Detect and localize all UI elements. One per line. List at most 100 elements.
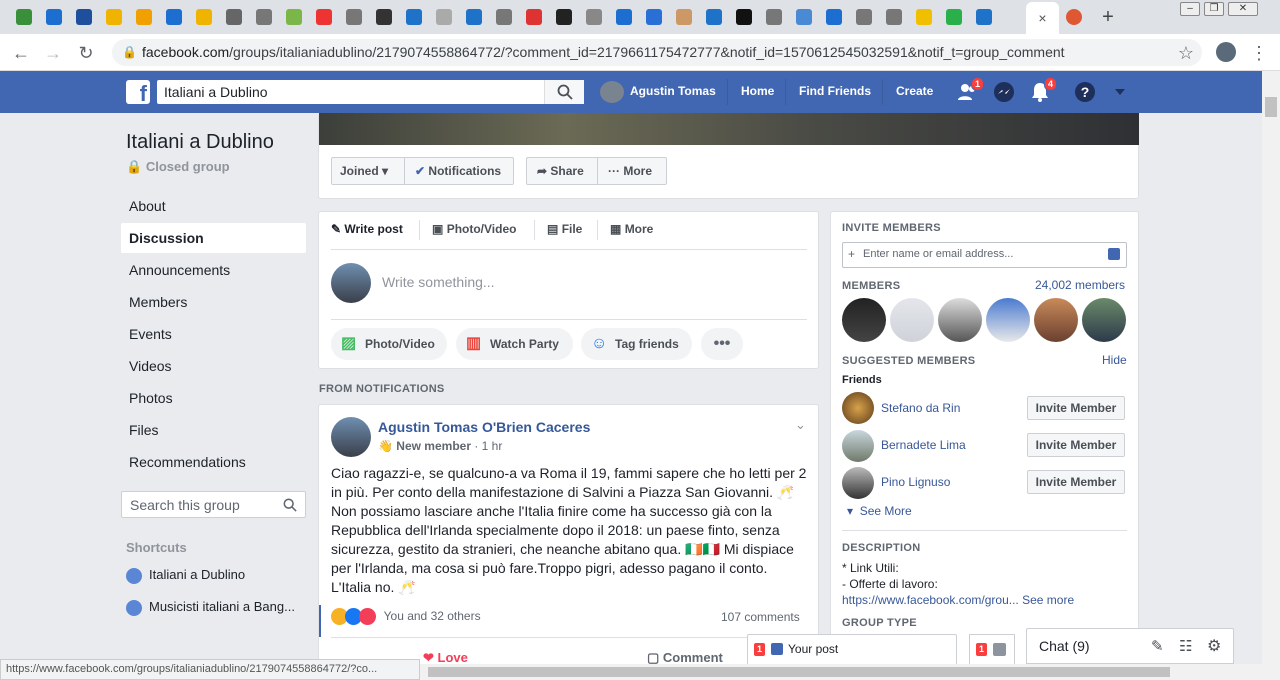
reactions-row[interactable]: You and 32 others [331,608,481,626]
joined-button[interactable]: Joined ▾ [331,157,405,185]
suggested-name[interactable]: Stefano da Rin [881,401,960,415]
nav-videos[interactable]: Videos [129,358,172,374]
nav-announcements[interactable]: Announcements [129,262,230,278]
see-more-description-link[interactable]: See more [1022,593,1074,607]
browser-tab[interactable] [282,5,306,29]
nav-files[interactable]: Files [129,422,159,438]
active-tab[interactable]: × [1026,2,1059,34]
tab-close-icon[interactable]: × [1038,10,1046,26]
browser-tab[interactable] [762,5,786,29]
user-avatar[interactable] [331,263,371,303]
browser-tab[interactable] [972,5,996,29]
browser-tab[interactable] [582,5,606,29]
maximize-button[interactable]: ❐ [1204,2,1224,16]
browser-tab[interactable] [372,5,396,29]
members-count-link[interactable]: 24,002 members [1035,278,1125,292]
hide-link[interactable]: Hide [1102,353,1127,367]
horizontal-scrollbar[interactable] [420,664,1262,680]
browser-tab[interactable] [162,5,186,29]
browser-tab[interactable] [492,5,516,29]
member-avatar[interactable] [890,298,934,342]
browser-tab[interactable] [12,5,36,29]
member-avatar[interactable] [1034,298,1078,342]
photo-video-pill[interactable]: ▨ Photo/Video [331,328,447,360]
tab-duckduckgo[interactable] [1062,5,1086,29]
back-icon[interactable]: ← [10,42,32,64]
shortcut-item[interactable]: Musicisti italiani a Bang... [149,599,295,614]
tab-photo-video[interactable]: ▣ Photo/Video [432,222,516,236]
contacts-icon[interactable] [1108,248,1120,260]
share-button[interactable]: ➦ Share [526,157,598,185]
post-options-chevron-icon[interactable]: ⌄ [795,417,806,433]
nav-recommendations[interactable]: Recommendations [129,454,246,470]
browser-tab[interactable] [42,5,66,29]
help-icon[interactable]: ? [1074,81,1096,103]
post-timestamp[interactable]: 1 hr [482,439,503,453]
profile-avatar[interactable] [1216,42,1236,62]
browser-tab[interactable] [612,5,636,29]
new-message-icon[interactable]: ✎ [1151,637,1164,655]
member-avatar[interactable] [938,298,982,342]
invite-member-button[interactable]: Invite Member [1027,433,1125,457]
browser-tab[interactable] [342,5,366,29]
browser-tab[interactable] [252,5,276,29]
user-profile-link[interactable]: Agustin Tomas [630,84,716,98]
notifications-button[interactable]: ✔ Notifications [404,157,514,185]
browser-tab[interactable] [732,5,756,29]
more-options-icon[interactable]: ••• [701,328,743,360]
comments-count[interactable]: 107 comments [721,610,800,624]
group-chat-icon[interactable]: ☷ [1179,637,1192,655]
invite-member-button[interactable]: Invite Member [1027,470,1125,494]
account-menu-chevron-icon[interactable] [1112,84,1134,106]
member-avatar[interactable] [986,298,1030,342]
chat-bar[interactable]: Chat (9) ✎ ☷ ⚙ [1026,628,1234,664]
suggested-name[interactable]: Bernadete Lima [881,438,966,452]
browser-tab[interactable] [312,5,336,29]
suggested-name[interactable]: Pino Lignuso [881,475,950,489]
nav-discussion[interactable]: Discussion [129,230,204,246]
group-search-input[interactable]: Search this group [121,491,306,518]
your-post-tab[interactable]: 1 Your post [747,634,957,664]
member-avatar[interactable] [842,298,886,342]
nav-home[interactable]: Home [741,84,774,98]
tab-more[interactable]: ▦ More [610,222,653,236]
nav-members[interactable]: Members [129,294,187,310]
minimized-chat-tab[interactable]: 1 [969,634,1015,664]
tab-file[interactable]: ▤ File [547,222,582,236]
nav-create[interactable]: Create [896,84,933,98]
see-more-link[interactable]: ▾ See More [847,504,912,518]
browser-tab[interactable] [72,5,96,29]
suggested-avatar[interactable] [842,430,874,462]
composer-input[interactable]: Write something... [382,274,495,290]
search-icon[interactable] [544,80,584,104]
browser-tab[interactable] [702,5,726,29]
browser-tab[interactable] [102,5,126,29]
browser-menu-icon[interactable]: ⋮ [1248,42,1270,64]
browser-tab[interactable] [852,5,876,29]
shortcut-item[interactable]: Italiani a Dublino [149,567,245,582]
browser-tab[interactable] [462,5,486,29]
browser-tab[interactable] [552,5,576,29]
browser-tab[interactable] [672,5,696,29]
scrollbar-thumb[interactable] [1265,97,1277,117]
tab-write-post[interactable]: ✎ Write post [331,222,403,236]
browser-tab[interactable] [222,5,246,29]
browser-tab[interactable] [942,5,966,29]
facebook-logo[interactable]: f [126,80,150,104]
group-title[interactable]: Italiani a Dublino [126,131,274,154]
suggested-avatar[interactable] [842,392,874,424]
nav-find-friends[interactable]: Find Friends [799,84,871,98]
browser-tab[interactable] [522,5,546,29]
search-icon[interactable] [283,498,297,512]
browser-tab[interactable] [822,5,846,29]
window-close-button[interactable]: ✕ [1228,2,1258,16]
browser-tab[interactable] [192,5,216,29]
browser-tab[interactable] [132,5,156,29]
post-author[interactable]: Agustin Tomas O'Brien Caceres [378,419,590,435]
browser-tab[interactable] [882,5,906,29]
reload-icon[interactable]: ↻ [75,42,97,64]
nav-about[interactable]: About [129,198,166,214]
scrollbar-thumb[interactable] [428,667,1170,677]
browser-tab[interactable] [642,5,666,29]
vertical-scrollbar[interactable] [1262,71,1280,680]
